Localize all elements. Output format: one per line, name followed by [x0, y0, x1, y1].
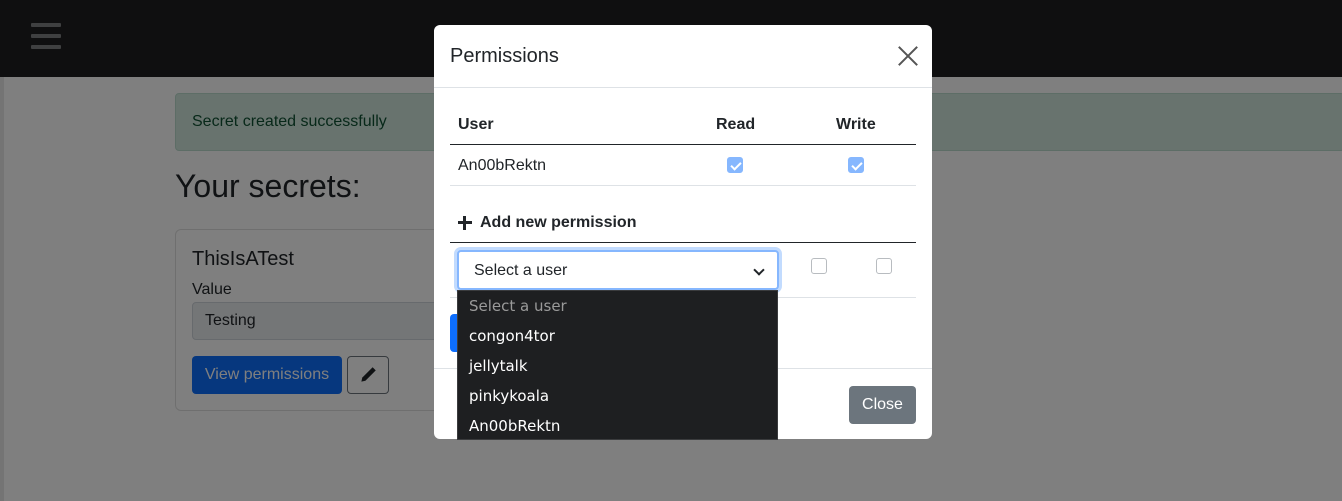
row-user: An00bRektn: [458, 157, 547, 174]
modal-header: Permissions: [434, 25, 932, 88]
dropdown-option[interactable]: An00bRektn: [469, 417, 560, 435]
user-dropdown-list: Select a user congon4tor jellytalk pinky…: [457, 290, 778, 440]
modal-title: Permissions: [450, 45, 559, 67]
dropdown-option[interactable]: pinkykoala: [469, 387, 549, 405]
dropdown-option[interactable]: Select a user: [469, 297, 567, 315]
new-read-checkbox[interactable]: [811, 258, 827, 274]
table-row: An00bRektn: [450, 145, 916, 186]
dropdown-option[interactable]: congon4tor: [469, 327, 555, 345]
chevron-down-icon: [753, 264, 765, 276]
add-permission-label: Add new permission: [480, 214, 637, 231]
plus-icon: [458, 216, 472, 230]
dropdown-option[interactable]: jellytalk: [469, 357, 528, 375]
user-select[interactable]: Select a user: [457, 250, 779, 290]
user-select-value: Select a user: [474, 262, 568, 279]
new-write-checkbox[interactable]: [876, 258, 892, 274]
column-header-write: Write: [836, 116, 876, 133]
read-checkbox[interactable]: [727, 157, 743, 173]
column-header-user: User: [458, 116, 494, 133]
permissions-table-header: User Read Write: [450, 108, 916, 145]
column-header-read: Read: [716, 116, 756, 133]
close-button[interactable]: Close: [849, 386, 916, 424]
close-icon[interactable]: [897, 45, 919, 67]
write-checkbox[interactable]: [848, 157, 864, 173]
add-permission-header: Add new permission: [450, 205, 916, 243]
